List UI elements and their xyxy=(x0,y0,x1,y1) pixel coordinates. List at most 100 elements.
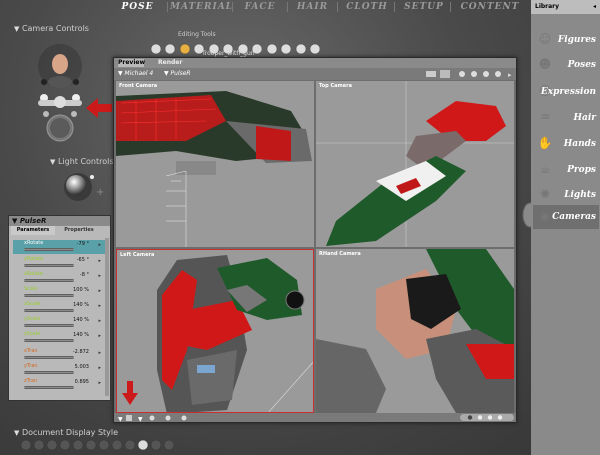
library-collapse-icon[interactable]: ◂ xyxy=(593,3,596,10)
viewport-front-camera[interactable]: Front Camera xyxy=(116,81,314,247)
library-item-hair[interactable]: ♒ Hair xyxy=(533,106,599,130)
param-value[interactable]: 100 % xyxy=(73,287,89,293)
tab-content[interactable]: CONTENT xyxy=(455,1,525,13)
library-item-poses[interactable]: ☻ Poses xyxy=(533,53,599,77)
chevron-right-icon[interactable]: ▸ xyxy=(98,242,101,248)
library-header[interactable]: Library ◂ xyxy=(531,0,600,14)
document-bottom-bar: ▼ ▼ xyxy=(114,413,516,422)
document-file-title: Trooper_with_gun xyxy=(202,50,255,57)
param-row-xrotate[interactable]: xRotate -79 ° ▸ xyxy=(13,240,105,254)
param-dial[interactable] xyxy=(24,324,74,327)
parameters-panel-header[interactable]: ▼ PulseR xyxy=(9,216,110,226)
viewport-rhand-camera[interactable]: RHand Camera xyxy=(316,249,514,413)
camera-controls-widget[interactable] xyxy=(22,36,112,148)
cartoon-lines-style-icon xyxy=(124,439,136,451)
tab-cloth[interactable]: CLOTH xyxy=(342,1,392,13)
parameters-tabs: Parameters Properties xyxy=(9,226,110,235)
param-row-zscale[interactable]: zScale 140 % ▸ xyxy=(13,331,105,345)
tab-face[interactable]: FACE xyxy=(235,1,285,13)
param-value[interactable]: 140 % xyxy=(73,317,89,323)
param-row-xtran[interactable]: xTran -2.872 ▸ xyxy=(13,348,105,362)
chevron-right-icon[interactable]: ▸ xyxy=(98,288,101,294)
figure-menu[interactable]: ▼ Michael 4 xyxy=(118,70,153,77)
parameters-scrollbar[interactable] xyxy=(105,238,109,396)
bottom-controls[interactable]: ▼ ▼ xyxy=(118,414,198,422)
tab-preview[interactable]: Preview xyxy=(118,59,145,67)
chevron-right-icon[interactable]: ▸ xyxy=(98,318,101,324)
document-controls[interactable]: ▸ xyxy=(424,69,516,79)
library-item-hands[interactable]: ✋ Hands xyxy=(533,132,599,156)
param-dial[interactable] xyxy=(24,356,74,359)
param-value[interactable]: -79 ° xyxy=(77,241,89,247)
tab-pose[interactable]: POSE xyxy=(110,1,165,13)
chevron-right-icon[interactable]: ▸ xyxy=(98,365,101,371)
chevron-right-icon[interactable]: ▸ xyxy=(98,273,101,279)
tab-divider xyxy=(167,2,168,12)
cup-icon: ☕ xyxy=(539,162,551,176)
light-controls-widget[interactable]: + xyxy=(62,169,106,205)
param-dial[interactable] xyxy=(24,279,74,282)
chevron-right-icon[interactable]: ▸ xyxy=(98,350,101,356)
param-value[interactable]: 140 % xyxy=(73,332,89,338)
tab-setup[interactable]: SETUP xyxy=(400,1,448,13)
library-item-props[interactable]: ☕ Props xyxy=(533,158,599,182)
param-value[interactable]: -8 ° xyxy=(80,272,89,278)
library-item-expression[interactable]: ☹ Expression xyxy=(533,80,599,104)
viewport-top-camera[interactable]: Top Camera xyxy=(316,81,514,247)
param-value[interactable]: -65 ° xyxy=(77,257,89,263)
flat-shaded-style-icon xyxy=(85,439,97,451)
panel-title: PulseR xyxy=(19,217,47,225)
silhouette-style-icon xyxy=(20,439,32,451)
tab-render[interactable]: Render xyxy=(158,59,182,66)
render-icon xyxy=(459,71,465,77)
layout-icon xyxy=(426,71,436,77)
param-row-ytran[interactable]: yTran 5.003 ▸ xyxy=(13,363,105,377)
library-item-lights[interactable]: ✺ Lights xyxy=(533,183,599,207)
param-dial[interactable] xyxy=(24,386,74,389)
param-dial[interactable] xyxy=(24,294,74,297)
tab-properties[interactable]: Properties xyxy=(57,226,101,235)
chevron-right-icon[interactable]: ▸ xyxy=(98,380,101,386)
light-controls-header[interactable]: ▼ Light Controls xyxy=(50,157,114,166)
tab-material[interactable]: MATERIAL xyxy=(170,1,232,13)
chevron-right-icon[interactable]: ▸ xyxy=(98,258,101,264)
document-display-style-header[interactable]: ▼ Document Display Style xyxy=(14,428,118,437)
param-dial[interactable] xyxy=(24,248,74,251)
param-dial[interactable] xyxy=(24,371,74,374)
chevron-right-icon[interactable]: ▸ xyxy=(98,333,101,339)
library-item-figures[interactable]: ☺ Figures xyxy=(533,28,599,52)
svg-text:▸: ▸ xyxy=(508,71,512,79)
parameters-panel: ▼ PulseR Parameters Properties xRotate -… xyxy=(8,215,111,401)
param-row-zrotate[interactable]: zRotate -8 ° ▸ xyxy=(13,271,105,285)
chevron-right-icon[interactable]: ▸ xyxy=(98,303,101,309)
viewport-left-camera[interactable]: Left Camera xyxy=(116,249,314,413)
param-row-ztran[interactable]: zTran 0.895 ▸ xyxy=(13,378,105,392)
red-arrow-icon xyxy=(86,98,112,118)
viewport-label: Left Camera xyxy=(120,252,155,258)
param-row-xscale[interactable]: xScale 140 % ▸ xyxy=(13,301,105,315)
ground-icon xyxy=(165,415,171,421)
param-value[interactable]: 5.003 xyxy=(75,364,89,370)
camera-controls-header[interactable]: ▼ Camera Controls xyxy=(14,24,89,33)
hair-icon: ♒ xyxy=(539,110,551,124)
param-value[interactable]: 140 % xyxy=(73,302,89,308)
param-row-yrotate[interactable]: yRotate -65 ° ▸ xyxy=(13,256,105,270)
param-value[interactable]: -2.872 xyxy=(73,349,89,355)
tab-parameters[interactable]: Parameters xyxy=(11,226,55,235)
hand-icon: ✋ xyxy=(537,136,553,150)
display-style-buttons[interactable] xyxy=(20,438,190,452)
library-handle[interactable] xyxy=(521,200,538,230)
param-value[interactable]: 0.895 xyxy=(75,379,89,385)
param-row-yscale[interactable]: yScale 140 % ▸ xyxy=(13,316,105,330)
texture-shaded-style-icon xyxy=(150,439,162,451)
tab-hair[interactable]: HAIR xyxy=(290,1,335,13)
param-dial[interactable] xyxy=(24,339,74,342)
room-tabs: POSE MATERIAL FACE HAIR CLOTH SETUP CONT… xyxy=(110,0,530,14)
library-item-cameras[interactable]: ◉ Cameras xyxy=(533,205,599,229)
tracking-controls[interactable] xyxy=(460,413,514,422)
actor-menu[interactable]: ▼ PulseR xyxy=(164,70,191,77)
param-row-scale[interactable]: Scale 100 % ▸ xyxy=(13,286,105,300)
wireframe-style-icon xyxy=(46,439,58,451)
param-dial[interactable] xyxy=(24,264,74,267)
param-dial[interactable] xyxy=(24,309,74,312)
